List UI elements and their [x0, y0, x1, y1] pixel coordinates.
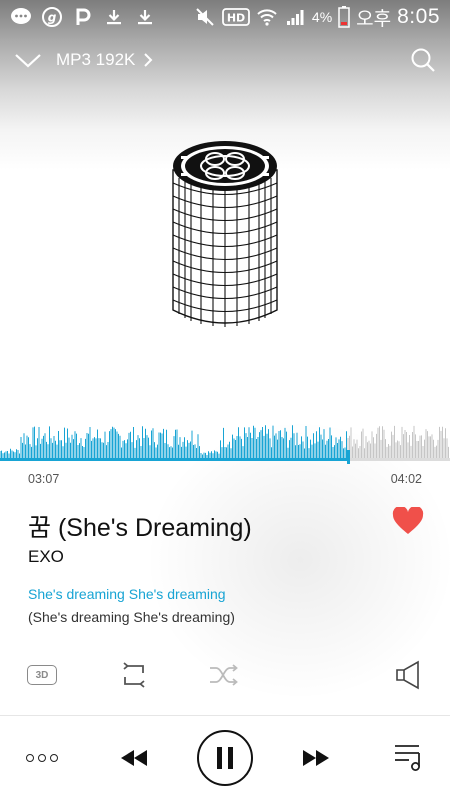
chevron-right-icon [144, 53, 153, 67]
speaker-button[interactable] [390, 658, 426, 692]
shuffle-icon [210, 664, 238, 686]
clock: 8:05 [397, 5, 440, 28]
repeat-icon [123, 662, 145, 688]
mute-icon [194, 6, 216, 28]
like-button[interactable] [392, 505, 424, 535]
lyric-current-line[interactable]: She's dreaming She's dreaming [28, 586, 226, 602]
elapsed-time: 03:07 [28, 472, 60, 486]
am-pm-label: 오후 [356, 8, 392, 30]
download-icon [103, 6, 125, 28]
lyric-next-line[interactable]: (She's dreaming She's dreaming) [28, 609, 235, 625]
more-dot-icon [38, 754, 46, 762]
chat-icon [10, 6, 32, 28]
collapse-button[interactable] [14, 51, 42, 69]
track-artist[interactable]: EXO [28, 547, 64, 567]
playlist-icon [395, 745, 420, 771]
previous-button[interactable] [116, 746, 152, 770]
battery-percent: 4% [311, 9, 333, 25]
rewind-icon [121, 750, 147, 766]
more-dot-icon [26, 754, 34, 762]
more-dot-icon [50, 754, 58, 762]
wifi-icon [256, 6, 278, 28]
next-button[interactable] [298, 746, 334, 770]
playlist-button[interactable] [392, 742, 426, 772]
status-bar: g HD 4% 오후 8:05 [0, 0, 450, 34]
pause-button[interactable] [197, 730, 253, 786]
waveform[interactable] [0, 410, 450, 464]
3d-sound-button[interactable]: 3D [24, 658, 60, 692]
p-app-icon [72, 6, 94, 28]
repeat-button[interactable] [116, 658, 152, 692]
quality-selector[interactable]: MP3 192K [56, 50, 153, 70]
battery-icon [338, 6, 350, 28]
progress-fill [0, 458, 348, 461]
top-bar: MP3 192K [0, 40, 450, 80]
total-time: 04:02 [390, 472, 422, 486]
3d-label: 3D [27, 665, 57, 685]
search-button[interactable] [410, 47, 436, 73]
download-icon [134, 6, 156, 28]
progress-thumb[interactable] [347, 450, 350, 464]
album-art [172, 141, 278, 327]
svg-text:g: g [48, 11, 57, 25]
fast-forward-icon [303, 750, 329, 766]
quality-label: MP3 192K [56, 50, 136, 69]
track-title: 꿈 (She's Dreaming) [28, 514, 252, 542]
hd-voice-icon: HD [222, 6, 250, 28]
search-icon [411, 48, 435, 72]
g-app-icon: g [41, 6, 63, 28]
divider [0, 715, 450, 716]
more-button[interactable] [22, 746, 62, 770]
pause-icon [217, 747, 233, 769]
svg-text:HD: HD [227, 12, 245, 25]
progress-bar[interactable] [0, 450, 450, 464]
heart-icon [392, 505, 424, 534]
speaker-icon [396, 660, 419, 690]
chevron-down-icon [15, 54, 41, 68]
signal-icon [284, 6, 306, 28]
shuffle-button[interactable] [206, 658, 242, 692]
